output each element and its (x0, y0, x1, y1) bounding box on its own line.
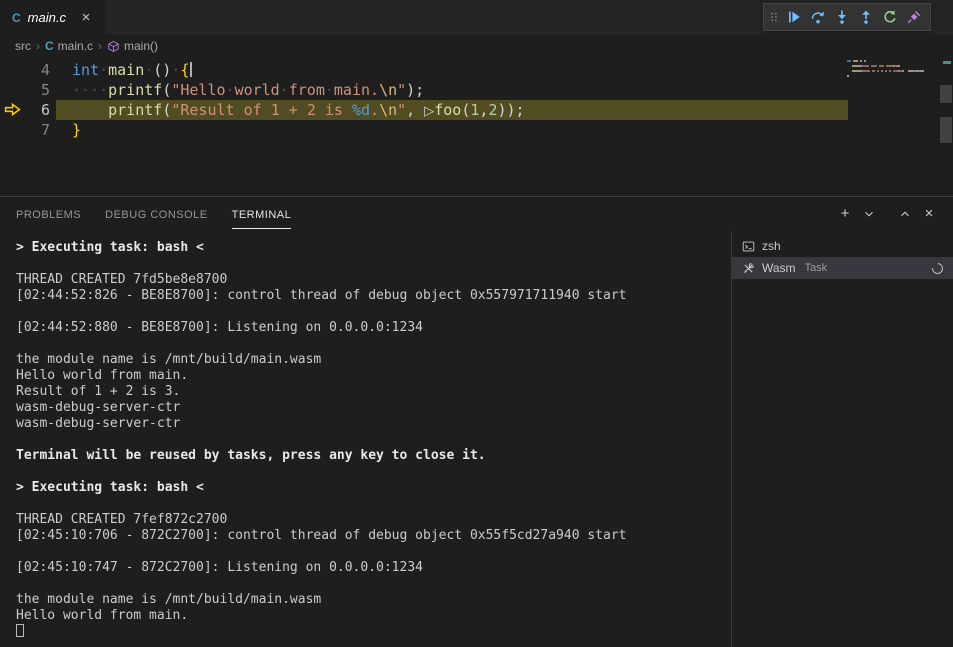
panel-body: > Executing task: bash < THREAD CREATED 7… (0, 231, 953, 647)
loading-spinner-icon (930, 260, 945, 275)
terminal-tab-zsh[interactable]: zsh (732, 235, 953, 257)
terminal-line (16, 432, 731, 448)
line-number: 4 (28, 60, 50, 80)
terminal-line (16, 464, 731, 480)
terminal-line: [02:44:52:880 - BE8E8700]: Listening on … (16, 320, 731, 336)
line-number: 5 (28, 80, 50, 100)
close-panel-button[interactable]: × (919, 204, 939, 224)
step-out-button[interactable] (854, 5, 878, 29)
bottom-panel: PROBLEMSDEBUG CONSOLETERMINAL +× > Execu… (0, 196, 953, 647)
continue-button[interactable] (782, 5, 806, 29)
close-tab-icon[interactable]: × (77, 9, 95, 26)
breakpoint-gutter[interactable] (0, 80, 28, 100)
debug-toolbar-buttons (782, 5, 926, 29)
inline-run-icon: ▷ (424, 104, 434, 119)
breadcrumb-separator: › (98, 39, 102, 53)
maximize-panel-button[interactable] (895, 204, 915, 224)
terminal-cursor (16, 624, 24, 637)
step-over-button[interactable] (806, 5, 830, 29)
panel-tab-terminal[interactable]: TERMINAL (232, 200, 292, 229)
panel-tab-problems[interactable]: PROBLEMS (16, 200, 81, 229)
code-editor: 4 int·main·()·{ 5 ····printf("Hello·world·f… (0, 57, 953, 196)
tab-bar: C main.c × (0, 0, 953, 35)
method-icon (107, 40, 120, 53)
minimap-line (847, 70, 939, 72)
terminal-tabs-list: zshWasmTask (731, 231, 953, 647)
terminal-line: > Executing task: bash < (16, 240, 731, 256)
terminal-line: the module name is /mnt/build/main.wasm (16, 352, 731, 368)
minimap-line (847, 65, 939, 67)
drag-handle-icon[interactable] (768, 9, 782, 25)
code-text[interactable]: ····printf("Result·of·1·+·2·is·%d.\n",·▷… (72, 100, 525, 120)
breadcrumb-label: main() (124, 39, 158, 53)
terminal-icon (742, 240, 755, 253)
terminal-line (16, 576, 731, 592)
minimap-line (847, 75, 939, 77)
minimap[interactable] (847, 60, 939, 80)
breadcrumb-label: src (15, 39, 31, 53)
code-line: 6 ····printf("Result·of·1·+·2·is·%d.\n",·… (0, 100, 953, 120)
breadcrumb: src › Cmain.c › main() (0, 35, 953, 57)
code-line: 7} (0, 120, 953, 140)
terminal-line: Result of 1 + 2 is 3. (16, 384, 731, 400)
code-text[interactable]: int·main·()·{ (72, 60, 192, 80)
step-into-button[interactable] (830, 5, 854, 29)
line-number: 7 (28, 120, 50, 140)
editor-scrollbar[interactable] (940, 85, 952, 103)
terminal-line: THREAD CREATED 7fef872c2700 (16, 512, 731, 528)
panel-tab-debug-console[interactable]: DEBUG CONSOLE (105, 200, 207, 229)
terminal-line: > Executing task: bash < (16, 480, 731, 496)
code-text[interactable]: ····printf("Hello·world·from·main.\n"); (72, 80, 424, 100)
breadcrumb-label: main.c (58, 39, 93, 53)
terminal-line (16, 624, 731, 640)
code-text[interactable]: } (72, 120, 81, 140)
terminal-line (16, 304, 731, 320)
terminal-line: Hello world from main. (16, 608, 731, 624)
c-file-icon: C (12, 11, 21, 25)
panel-header: PROBLEMSDEBUG CONSOLETERMINAL +× (0, 197, 953, 231)
disconnect-button[interactable] (902, 5, 926, 29)
c-file-icon: C (45, 39, 54, 53)
terminal-line: the module name is /mnt/build/main.wasm (16, 592, 731, 608)
debug-toolbar (763, 3, 931, 31)
terminal-line (16, 256, 731, 272)
terminal-output[interactable]: > Executing task: bash < THREAD CREATED 7… (0, 231, 731, 647)
code-line: 4 int·main·()·{ (0, 60, 953, 80)
breadcrumb-separator: › (36, 39, 40, 53)
terminal-line: [02:45:10:706 - 872C2700]: control threa… (16, 528, 731, 544)
terminal-line: [02:45:10:747 - 872C2700]: Listening on … (16, 560, 731, 576)
line-number: 6 (28, 100, 50, 120)
terminal-line: [02:44:52:826 - BE8E8700]: control threa… (16, 288, 731, 304)
tab-main-c[interactable]: C main.c × (0, 0, 105, 35)
tab-label: main.c (28, 10, 66, 25)
panel-actions: +× (835, 204, 939, 224)
terminal-line: wasm-debug-server-ctr (16, 416, 731, 432)
terminal-line (16, 544, 731, 560)
breadcrumb-item-mainc[interactable]: Cmain.c (45, 39, 93, 53)
new-terminal-button[interactable]: + (835, 204, 855, 224)
terminal-line: THREAD CREATED 7fd5be8e8700 (16, 272, 731, 288)
terminal-line: Hello world from main. (16, 368, 731, 384)
breakpoint-gutter[interactable] (0, 100, 28, 120)
editor-lines: 4 int·main·()·{ 5 ····printf("Hello·world·f… (0, 60, 953, 140)
tools-icon (742, 262, 755, 275)
terminal-line (16, 336, 731, 352)
breakpoint-gutter[interactable] (0, 60, 28, 80)
terminal-tab-wasm[interactable]: WasmTask (732, 257, 953, 279)
overview-ruler-mark (943, 61, 951, 64)
minimap-slider[interactable] (940, 117, 952, 143)
terminal-launch-dropdown-button[interactable] (859, 204, 879, 224)
breadcrumb-item-src[interactable]: src (15, 39, 31, 53)
terminal-line (16, 496, 731, 512)
restart-button[interactable] (878, 5, 902, 29)
editor-cursor (190, 62, 192, 77)
terminal-line: Terminal will be reused by tasks, press … (16, 448, 731, 464)
minimap-line (847, 60, 939, 62)
terminal-line: wasm-debug-server-ctr (16, 400, 731, 416)
breadcrumb-item-main[interactable]: main() (107, 39, 158, 53)
panel-tabs: PROBLEMS DEBUG CONSOLE TERMINAL (16, 200, 291, 229)
code-line: 5 ····printf("Hello·world·from·main.\n"); (0, 80, 953, 100)
breakpoint-gutter[interactable] (0, 120, 28, 140)
